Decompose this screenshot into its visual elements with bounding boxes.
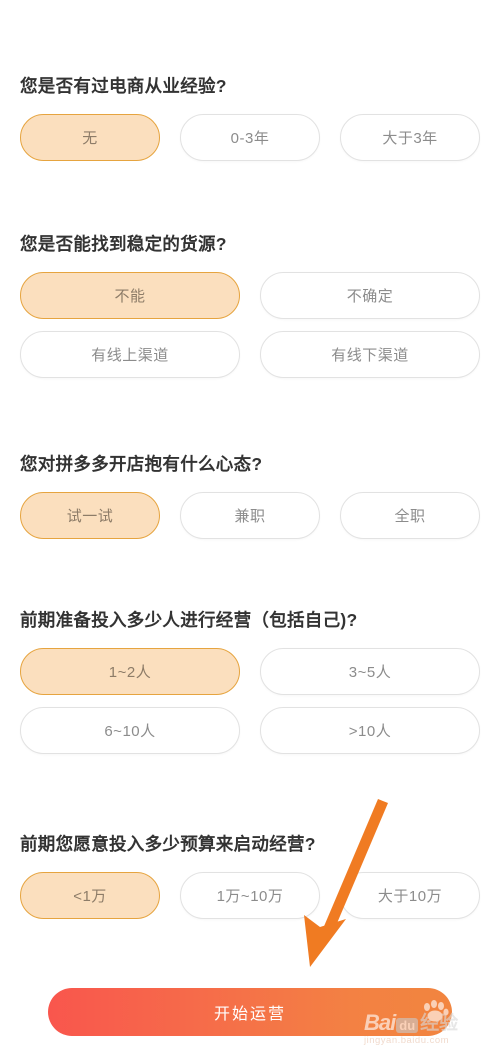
question-block-team-size: 前期准备投入多少人进行经营（包括自己)? 1~2人 3~5人 6~10人 >10… bbox=[20, 608, 480, 754]
start-operating-button[interactable]: 开始运营 bbox=[48, 988, 452, 1036]
option-button[interactable]: 大于10万 bbox=[340, 872, 480, 919]
option-button[interactable]: 有线上渠道 bbox=[20, 331, 240, 378]
option-button[interactable]: 有线下渠道 bbox=[260, 331, 480, 378]
question-title: 您是否能找到稳定的货源? bbox=[20, 234, 227, 254]
option-row: 有线上渠道 有线下渠道 bbox=[20, 331, 480, 378]
option-row: 无 0-3年 大于3年 bbox=[20, 114, 480, 161]
option-button[interactable]: 无 bbox=[20, 114, 160, 161]
option-button[interactable]: 大于3年 bbox=[340, 114, 480, 161]
option-button[interactable]: >10人 bbox=[260, 707, 480, 754]
question-title: 前期准备投入多少人进行经营（包括自己)? bbox=[20, 610, 358, 630]
survey-form: 您是否有过电商从业经验? 无 0-3年 大于3年 您是否能找到稳定的货源? 不能… bbox=[0, 0, 500, 1062]
option-button[interactable]: 试一试 bbox=[20, 492, 160, 539]
option-button[interactable]: 1万~10万 bbox=[180, 872, 320, 919]
question-title: 前期您愿意投入多少预算来启动经营? bbox=[20, 834, 316, 854]
option-row: <1万 1万~10万 大于10万 bbox=[20, 872, 480, 919]
question-block-stable-supply: 您是否能找到稳定的货源? 不能 不确定 有线上渠道 有线下渠道 bbox=[20, 232, 480, 378]
question-block-ecommerce-experience: 您是否有过电商从业经验? 无 0-3年 大于3年 bbox=[20, 74, 480, 161]
question-title: 您对拼多多开店抱有什么心态? bbox=[20, 454, 263, 474]
option-row: 1~2人 3~5人 bbox=[20, 648, 480, 695]
option-button[interactable]: <1万 bbox=[20, 872, 160, 919]
option-button[interactable]: 不能 bbox=[20, 272, 240, 319]
option-button[interactable]: 不确定 bbox=[260, 272, 480, 319]
question-block-attitude: 您对拼多多开店抱有什么心态? 试一试 兼职 全职 bbox=[20, 452, 480, 539]
option-button[interactable]: 6~10人 bbox=[20, 707, 240, 754]
option-button[interactable]: 3~5人 bbox=[260, 648, 480, 695]
question-block-budget: 前期您愿意投入多少预算来启动经营? <1万 1万~10万 大于10万 bbox=[20, 832, 480, 919]
option-row: 试一试 兼职 全职 bbox=[20, 492, 480, 539]
option-button[interactable]: 全职 bbox=[340, 492, 480, 539]
option-button[interactable]: 1~2人 bbox=[20, 648, 240, 695]
option-button[interactable]: 兼职 bbox=[180, 492, 320, 539]
option-row: 6~10人 >10人 bbox=[20, 707, 480, 754]
option-button[interactable]: 0-3年 bbox=[180, 114, 320, 161]
question-title: 您是否有过电商从业经验? bbox=[20, 76, 227, 96]
option-row: 不能 不确定 bbox=[20, 272, 480, 319]
watermark-url: jingyan.baidu.com bbox=[364, 1035, 450, 1046]
